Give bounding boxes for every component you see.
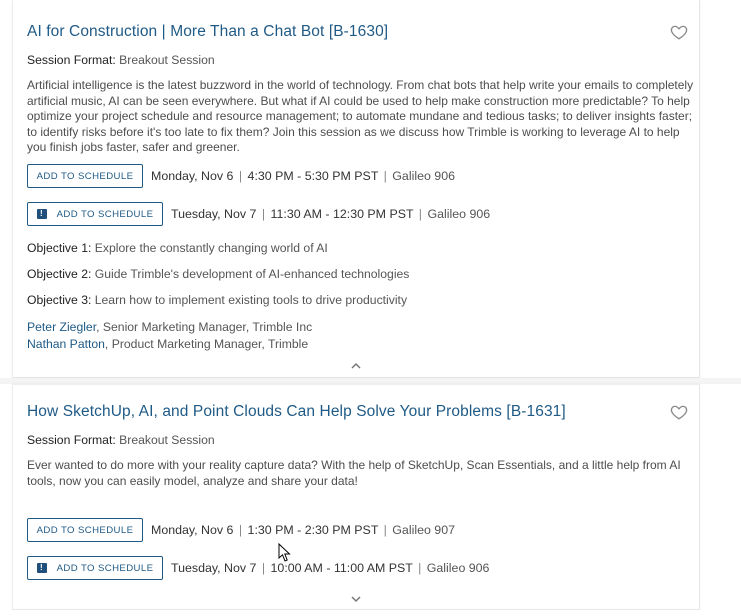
format-label: Session Format: (27, 53, 116, 67)
slot-day: Monday, Nov 6 (151, 523, 234, 537)
format-value: Breakout Session (119, 53, 215, 67)
button-label: ADD TO SCHEDULE (56, 562, 154, 574)
format-label: Session Format: (27, 433, 116, 447)
separator: | (383, 169, 387, 183)
objective-label: Objective 1: (27, 241, 92, 255)
objective-label: Objective 3: (27, 293, 92, 307)
heart-icon[interactable] (670, 403, 688, 421)
mouse-pointer-icon (278, 542, 292, 563)
info-icon: ! (36, 563, 47, 573)
speaker-name-link[interactable]: Nathan Patton (27, 337, 105, 351)
session-format: Session Format: Breakout Session (27, 433, 215, 447)
slot-location: Galileo 907 (392, 523, 455, 537)
session-title[interactable]: How SketchUp, AI, and Point Clouds Can H… (27, 403, 566, 421)
slot-location: Galileo 906 (392, 169, 455, 183)
objective-item: Objective 2: Guide Trimble's development… (27, 267, 409, 281)
objective-text: Learn how to implement existing tools to… (94, 293, 408, 307)
speaker-name-link[interactable]: Peter Ziegler (27, 320, 96, 334)
session-card: How SketchUp, AI, and Point Clouds Can H… (12, 384, 700, 610)
info-icon: ! (36, 209, 47, 219)
slot-time: 1:30 PM - 2:30 PM PST (247, 523, 379, 537)
separator: | (261, 561, 266, 575)
speaker-item: Nathan Patton, Product Marketing Manager… (27, 337, 308, 351)
button-label: ADD TO SCHEDULE (36, 170, 134, 182)
session-title[interactable]: AI for Construction | More Than a Chat B… (27, 23, 388, 41)
chevron-up-icon[interactable] (351, 362, 361, 369)
schedule-slot: Tuesday, Nov 7 | 10:00 AM - 11:00 AM PST… (171, 561, 489, 575)
chevron-down-icon[interactable] (351, 596, 361, 603)
schedule-slot: Monday, Nov 6 | 1:30 PM - 2:30 PM PST | … (151, 523, 455, 537)
slot-day: Tuesday, Nov 7 (171, 207, 257, 221)
session-description: Ever wanted to do more with your reality… (27, 458, 681, 488)
slot-day: Monday, Nov 6 (151, 169, 234, 183)
objective-text: Explore the constantly changing world of… (94, 241, 328, 255)
schedule-slot: Monday, Nov 6 | 4:30 PM - 5:30 PM PST | … (151, 169, 455, 183)
format-value: Breakout Session (119, 433, 215, 447)
slot-day: Tuesday, Nov 7 (171, 561, 257, 575)
speaker-role: , Product Marketing Manager, Trimble (104, 337, 309, 351)
heart-icon[interactable] (670, 23, 688, 41)
slot-time: 11:30 AM - 12:30 PM PST (270, 207, 414, 221)
objective-item: Objective 1: Explore the constantly chan… (27, 241, 328, 255)
speaker-role: , Senior Marketing Manager, Trimble Inc (96, 320, 313, 334)
session-card: AI for Construction | More Than a Chat B… (12, 0, 700, 378)
button-label: ADD TO SCHEDULE (56, 208, 154, 220)
separator: | (418, 207, 422, 221)
separator: | (418, 561, 422, 575)
slot-location: Galileo 906 (427, 207, 491, 221)
add-to-schedule-button[interactable]: ADD TO SCHEDULE (27, 518, 143, 542)
schedule-slot: Tuesday, Nov 7 | 11:30 AM - 12:30 PM PST… (171, 207, 490, 221)
slot-location: Galileo 906 (426, 561, 490, 575)
add-to-schedule-button[interactable]: ! ADD TO SCHEDULE (27, 202, 163, 226)
separator: | (261, 207, 266, 221)
add-to-schedule-button[interactable]: ! ADD TO SCHEDULE (27, 556, 163, 580)
objective-text: Guide Trimble's development of AI-enhanc… (94, 267, 410, 281)
slot-time: 10:00 AM - 11:00 AM PST (270, 561, 413, 575)
slot-time: 4:30 PM - 5:30 PM PST (247, 169, 379, 183)
separator: | (238, 169, 243, 183)
session-description: Artificial intelligence is the latest bu… (27, 78, 694, 154)
speaker-item: Peter Ziegler, Senior Marketing Manager,… (27, 320, 312, 334)
button-label: ADD TO SCHEDULE (36, 524, 134, 536)
add-to-schedule-button[interactable]: ADD TO SCHEDULE (27, 164, 143, 188)
session-format: Session Format: Breakout Session (27, 53, 215, 67)
separator: | (238, 523, 243, 537)
separator: | (383, 523, 387, 537)
objective-item: Objective 3: Learn how to implement exis… (27, 293, 407, 307)
objective-label: Objective 2: (27, 267, 92, 281)
